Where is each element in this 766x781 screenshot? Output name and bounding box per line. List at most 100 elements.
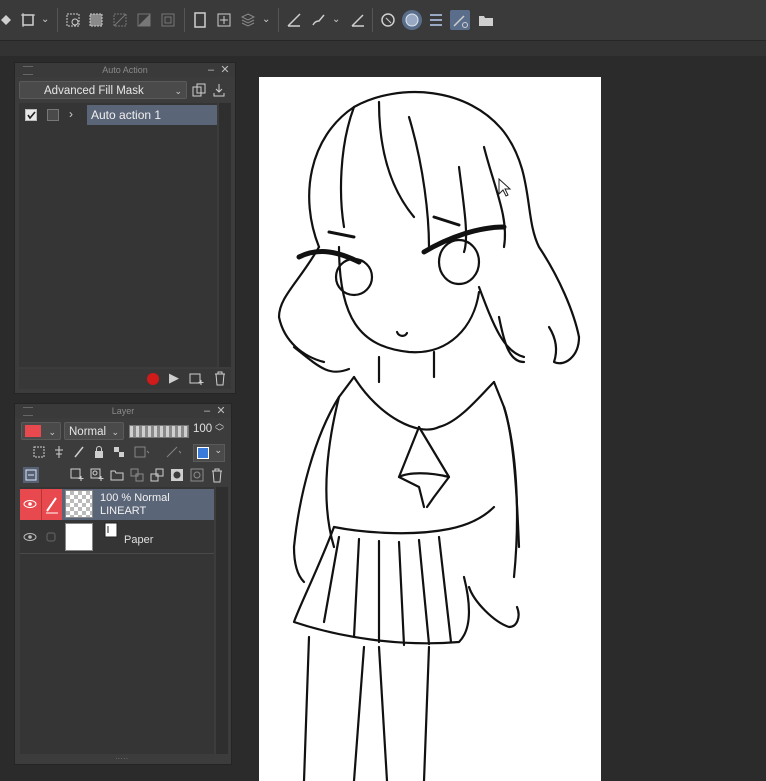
sphere-icon[interactable]: [402, 10, 422, 30]
edit-target-toggle[interactable]: [41, 522, 61, 553]
crop-icon[interactable]: [214, 10, 234, 30]
checkbox-empty-icon: [46, 532, 56, 542]
opacity-value[interactable]: 100: [193, 423, 212, 435]
fill-icon[interactable]: [0, 10, 16, 30]
expand-icon[interactable]: [158, 10, 178, 30]
chevron-down-icon: ⌄: [214, 445, 222, 455]
eye-icon: [23, 500, 37, 508]
drawing-canvas[interactable]: [259, 77, 601, 781]
transform-dropdown-icon[interactable]: ⌄: [41, 14, 49, 25]
import-set-icon[interactable]: [211, 82, 227, 98]
auto-action-set-select[interactable]: Advanced Fill Mask ⌄: [19, 81, 187, 99]
drag-grip-icon[interactable]: [23, 66, 33, 75]
select-icon[interactable]: [63, 10, 83, 30]
trash-icon[interactable]: [209, 467, 225, 483]
canvas-icon[interactable]: [190, 10, 210, 30]
clip-layer-icon[interactable]: [31, 444, 47, 460]
select-rect-icon[interactable]: [86, 10, 106, 30]
layer-thumbnail: [65, 523, 93, 551]
edit-target-toggle[interactable]: [41, 489, 62, 520]
duplicate-set-icon[interactable]: [191, 82, 207, 98]
new-vector-layer-icon[interactable]: [89, 467, 105, 483]
play-icon[interactable]: ▶: [169, 370, 179, 386]
layer-panel-menu-icon[interactable]: [23, 467, 39, 483]
lock-icon[interactable]: [91, 444, 107, 460]
auto-action-title: Auto Action: [102, 65, 148, 75]
layer-panel: Layer – ✕ ⌄ Normal ⌄ 100 ︿ ﹀ ⌄ 100 % Nor…: [14, 403, 232, 765]
snap-active-icon[interactable]: [378, 10, 398, 30]
chevron-right-icon[interactable]: ›: [69, 107, 73, 121]
layer-color-swatch: [25, 424, 41, 437]
auto-action-title-bar[interactable]: Auto Action – ✕: [15, 63, 235, 77]
layer-color-mode-select[interactable]: ⌄: [193, 444, 225, 462]
top-toolbar: ⌄ ⌄ ⌄: [0, 0, 766, 41]
opacity-slider[interactable]: [129, 425, 189, 438]
toolbar-separator: [57, 8, 58, 32]
lock-transparency-icon[interactable]: [111, 444, 127, 460]
minimize-icon[interactable]: –: [201, 404, 213, 418]
list-icon[interactable]: [426, 10, 446, 30]
layer-color-select[interactable]: ⌄: [21, 422, 61, 440]
auto-action-enabled-checkbox[interactable]: [25, 109, 37, 121]
minimize-icon[interactable]: –: [205, 63, 217, 77]
layer-info: 100 % Normal LINEART: [100, 492, 170, 518]
new-raster-layer-icon[interactable]: [69, 467, 85, 483]
resize-grip-icon[interactable]: ·····: [115, 754, 128, 763]
opacity-stepper[interactable]: ︿ ﹀: [215, 419, 224, 437]
ruler-link-icon[interactable]: [165, 444, 181, 460]
layer-mode-text: 100 % Normal: [100, 492, 170, 504]
chevron-down-icon: ⌄: [174, 86, 182, 96]
visibility-toggle[interactable]: [20, 522, 41, 553]
close-icon[interactable]: ✕: [215, 404, 227, 418]
layer-title-bar[interactable]: Layer – ✕: [15, 404, 231, 418]
drag-grip-icon[interactable]: [23, 407, 33, 416]
close-icon[interactable]: ✕: [219, 63, 231, 77]
lineart-drawing: [277, 91, 581, 781]
invert-icon[interactable]: [134, 10, 154, 30]
layer-name: Paper: [124, 534, 154, 546]
pen-settings-icon[interactable]: [450, 10, 470, 30]
layer-list: 100 % Normal LINEART Paper: [20, 487, 214, 754]
folder-open-icon[interactable]: [476, 10, 496, 30]
cursor-icon: [498, 177, 512, 201]
add-command-icon[interactable]: [189, 372, 205, 389]
transform-icon[interactable]: [18, 10, 38, 30]
layer-name: LINEART: [100, 505, 147, 517]
auto-action-panel: Auto Action – ✕ Advanced Fill Mask ⌄ › A…: [14, 62, 236, 394]
pen-icon: [46, 497, 58, 514]
snap-icon[interactable]: [348, 10, 368, 30]
auto-action-dialog-checkbox[interactable]: [47, 109, 59, 121]
ruler-icon[interactable]: [284, 10, 304, 30]
blend-mode-value: Normal: [69, 426, 107, 438]
reference-layer-icon[interactable]: [51, 444, 67, 460]
toolbar-separator: [184, 8, 185, 32]
layer-dropdown-icon[interactable]: ⌄: [262, 14, 270, 25]
chevron-down-icon: ⌄: [48, 427, 56, 437]
blend-mode-select[interactable]: Normal ⌄: [64, 422, 124, 440]
new-folder-icon[interactable]: [109, 467, 125, 483]
layer-scrollbar[interactable]: [216, 487, 228, 754]
auto-action-set-name: Advanced Fill Mask: [44, 85, 144, 97]
deselect-icon[interactable]: [110, 10, 130, 30]
trash-icon[interactable]: [213, 371, 227, 389]
auto-action-item[interactable]: Auto action 1: [87, 105, 217, 125]
transfer-layer-icon[interactable]: [129, 467, 145, 483]
mask-disabled-icon[interactable]: [133, 444, 149, 460]
layer-thumbnail: [65, 490, 93, 518]
auto-action-item-label: Auto action 1: [91, 108, 162, 122]
layer-title: Layer: [111, 406, 135, 416]
layer-mask-icon[interactable]: [169, 467, 185, 483]
toolbar-separator: [278, 8, 279, 32]
layer-row-lineart[interactable]: 100 % Normal LINEART: [20, 489, 214, 520]
record-icon[interactable]: [147, 373, 159, 385]
layer-stack-icon[interactable]: [238, 10, 258, 30]
brush-icon[interactable]: [308, 10, 328, 30]
apply-mask-icon[interactable]: [189, 467, 205, 483]
combine-layer-icon[interactable]: [149, 467, 165, 483]
brush-dropdown-icon[interactable]: ⌄: [332, 14, 340, 25]
draft-layer-icon[interactable]: [71, 444, 87, 460]
visibility-toggle[interactable]: [20, 489, 41, 520]
auto-action-scrollbar[interactable]: [219, 103, 231, 367]
layer-row-paper[interactable]: Paper: [20, 522, 214, 554]
toolbar-separator: [372, 8, 373, 32]
